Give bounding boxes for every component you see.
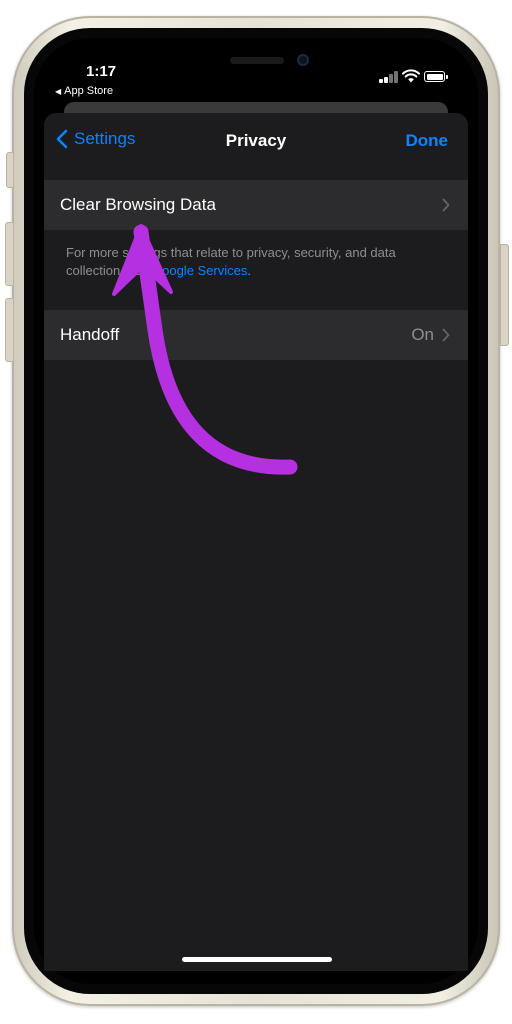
footer-note-end: . xyxy=(247,263,252,278)
handoff-label: Handoff xyxy=(60,325,120,344)
privacy-footer-note: For more settings that relate to privacy… xyxy=(66,244,446,280)
home-indicator[interactable] xyxy=(182,957,332,962)
handoff-value: On xyxy=(411,325,434,344)
chevron-right-icon xyxy=(442,198,450,212)
ring-switch xyxy=(6,152,14,188)
battery-icon xyxy=(424,71,445,82)
front-camera xyxy=(297,54,309,66)
back-app-label: App Store xyxy=(64,85,114,97)
speaker-grille xyxy=(230,57,284,64)
privacy-sheet: Settings Privacy Done Clear Browsing Dat… xyxy=(44,113,468,971)
navigation-bar: Settings Privacy Done xyxy=(44,113,468,169)
cellular-signal-icon xyxy=(379,71,401,83)
clear-browsing-data-label: Clear Browsing Data xyxy=(60,195,216,214)
back-to-app-link[interactable]: ◀ App Store xyxy=(55,85,113,97)
page-title: Privacy xyxy=(225,131,287,150)
back-triangle-icon: ◀ xyxy=(55,87,62,96)
done-button[interactable]: Done xyxy=(406,131,449,151)
chevron-right-icon xyxy=(442,328,450,342)
volume-down-button xyxy=(5,298,14,362)
handoff-row[interactable]: Handoff On xyxy=(44,310,468,360)
status-time: 1:17 xyxy=(85,63,117,80)
clear-browsing-data-row[interactable]: Clear Browsing Data xyxy=(44,180,468,230)
side-button xyxy=(500,244,509,346)
battery-tip xyxy=(446,75,448,79)
wifi-icon xyxy=(402,69,420,83)
google-services-link[interactable]: Google Services xyxy=(152,263,247,278)
volume-up-button xyxy=(5,222,14,286)
